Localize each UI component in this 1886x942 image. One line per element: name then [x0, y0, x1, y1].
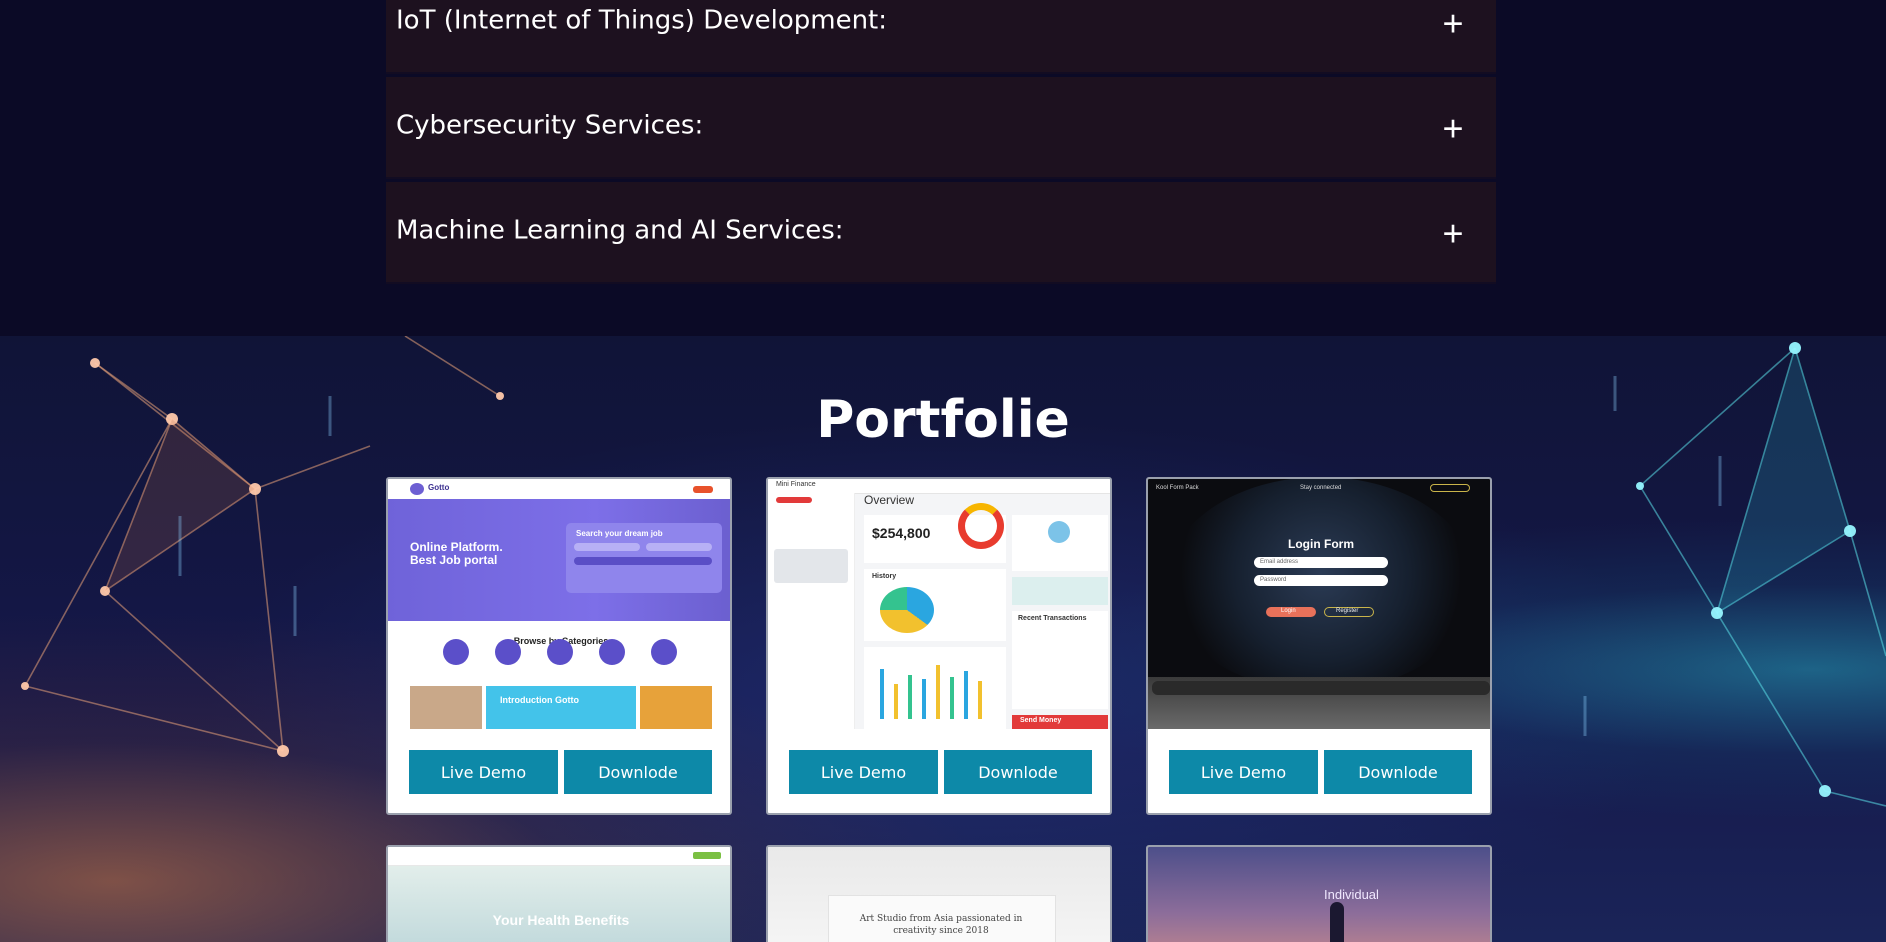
expand-plus-icon[interactable]: +	[1438, 215, 1468, 251]
live-demo-button[interactable]: Live Demo	[789, 750, 938, 794]
accordion-item-cybersecurity[interactable]: Cybersecurity Services: +	[386, 77, 1496, 179]
thumb-form-title: Login Form	[1288, 537, 1354, 551]
expand-plus-icon[interactable]: +	[1438, 5, 1468, 41]
accordion-label: IoT (Internet of Things) Development:	[396, 5, 888, 36]
thumb-email-placeholder: Email address	[1260, 559, 1299, 565]
thumb-amount: $254,800	[872, 525, 931, 541]
accordion-label: Cybersecurity Services:	[396, 110, 704, 141]
thumb-text: Individual	[1324, 887, 1379, 902]
download-button[interactable]: Downlode	[1324, 750, 1472, 794]
thumb-text: Your Health Benefits	[492, 912, 630, 928]
thumb-status: Stay connected	[1300, 485, 1342, 491]
portfolio-card-health: Your Health Benefits	[386, 845, 732, 942]
thumb-send-money: Send Money	[1020, 717, 1062, 724]
portfolio-title: Portfolie	[816, 390, 1070, 450]
accordion-item-machine-learning[interactable]: Machine Learning and AI Services: +	[386, 182, 1496, 284]
thumb-heading: Overview	[864, 493, 915, 507]
finance-dashboard-screenshot: Mini Finance Overview $254,800 History R…	[768, 479, 1110, 729]
thumb-app-name: Mini Finance	[776, 481, 816, 488]
thumb-password-placeholder: Password	[1260, 577, 1287, 583]
thumb-promo: Introduction Gotto	[500, 695, 579, 705]
accordion-label: Machine Learning and AI Services:	[396, 215, 844, 246]
thumb-login: Login	[1281, 608, 1296, 614]
live-demo-button[interactable]: Live Demo	[409, 750, 558, 794]
portfolio-card-individual: Individual	[1146, 845, 1492, 942]
portfolio-card-finance-dashboard: Mini Finance Overview $254,800 History R…	[766, 477, 1112, 815]
thumb-headline: Online Platform. Best Job portal	[410, 540, 503, 567]
thumb-transactions: Recent Transactions	[1018, 615, 1087, 622]
thumb-text: Art Studio from Asia passionated in crea…	[859, 914, 1023, 936]
job-portal-screenshot: Gotto Online Platform. Best Job portal S…	[388, 479, 730, 729]
portfolio-card-art-studio: Art Studio from Asia passionated in crea…	[766, 845, 1112, 942]
thumb-search-title: Search your dream job	[576, 529, 663, 538]
thumb-brand: Gotto	[428, 483, 450, 492]
login-form-screenshot: Kool Form Pack Stay connected Login Form…	[1148, 479, 1490, 729]
thumb-register: Register	[1336, 608, 1359, 614]
portfolio-card-job-portal: Gotto Online Platform. Best Job portal S…	[386, 477, 732, 815]
thumb-history: History	[872, 573, 897, 580]
accordion-item-iot[interactable]: IoT (Internet of Things) Development: +	[386, 0, 1496, 74]
expand-plus-icon[interactable]: +	[1438, 110, 1468, 146]
live-demo-button[interactable]: Live Demo	[1169, 750, 1318, 794]
thumb-brand: Kool Form Pack	[1156, 485, 1199, 491]
portfolio-section: Portfolie Gotto Online Platform. Best Jo…	[0, 336, 1886, 942]
portfolio-card-login-form: Kool Form Pack Stay connected Login Form…	[1146, 477, 1492, 815]
download-button[interactable]: Downlode	[564, 750, 712, 794]
download-button[interactable]: Downlode	[944, 750, 1092, 794]
services-accordion-section: IoT (Internet of Things) Development: + …	[0, 0, 1886, 336]
